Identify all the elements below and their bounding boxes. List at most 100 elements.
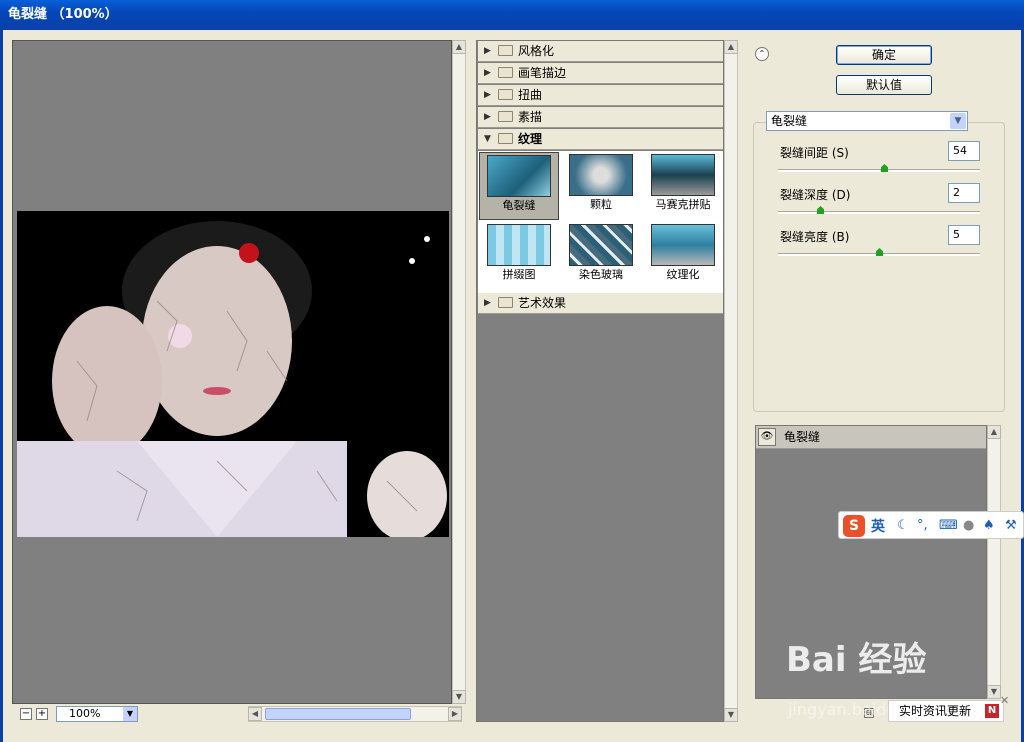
filter-select-value: 龟裂缝 bbox=[771, 114, 808, 128]
texture-thumbnails: 龟裂缝 颗粒 马赛克拼贴 拼缀图 染色玻璃 纹理化 bbox=[478, 151, 723, 293]
zoom-out-button[interactable]: − bbox=[20, 708, 32, 720]
preview-image bbox=[17, 211, 449, 537]
category-label: 扭曲 bbox=[518, 88, 543, 102]
crack-spacing-slider[interactable] bbox=[778, 164, 980, 172]
thumb-label: 龟裂缝 bbox=[502, 199, 536, 212]
title-bar: 龟裂缝 （100%） bbox=[0, 0, 1024, 30]
zoom-level-value: 100% bbox=[69, 707, 101, 720]
filter-gallery: ▶ 风格化 ▶ 画笔描边 ▶ 扭曲 ▶ 素描 ▼ 纹理 龟裂缝 颗粒 马赛克拼贴 拼缀图 … bbox=[476, 40, 724, 722]
wrench-icon[interactable]: ⚒ bbox=[1005, 518, 1017, 533]
thumbnail-image bbox=[651, 154, 715, 196]
category-label: 风格化 bbox=[518, 44, 555, 58]
layers-scrollbar[interactable]: ▲ ▼ bbox=[987, 425, 1001, 699]
preview-horizontal-scrollbar[interactable]: ◀ ▶ bbox=[248, 706, 462, 722]
thumb-label: 颗粒 bbox=[590, 198, 612, 211]
collapse-arrow-icon[interactable]: ▼ bbox=[484, 129, 491, 149]
chevron-down-icon[interactable]: ▼ bbox=[123, 707, 137, 721]
preview-canvas[interactable] bbox=[12, 40, 452, 704]
category-label: 画笔描边 bbox=[518, 66, 567, 80]
crack-spacing-label: 裂缝间距 (S) bbox=[780, 146, 849, 160]
thumb-patchwork[interactable]: 拼缀图 bbox=[479, 222, 559, 290]
news-text: 实时资讯更新 bbox=[899, 704, 972, 718]
news-popup[interactable]: 实时资讯更新 N bbox=[888, 700, 1004, 722]
eye-icon[interactable]: 👁 bbox=[758, 428, 776, 446]
ok-button[interactable]: 确定 bbox=[836, 45, 932, 65]
thumbnail-image bbox=[569, 154, 633, 196]
baidu-watermark: Bai 经验 bbox=[786, 640, 927, 680]
moon-icon[interactable]: ☾ bbox=[897, 518, 909, 533]
folder-icon bbox=[498, 297, 513, 308]
scroll-thumb[interactable] bbox=[265, 708, 411, 720]
scroll-down-arrow-icon[interactable]: ▼ bbox=[724, 708, 738, 722]
thumb-grain[interactable]: 颗粒 bbox=[561, 152, 641, 220]
chevron-down-icon[interactable]: ▼ bbox=[950, 113, 966, 129]
folder-icon bbox=[498, 89, 513, 100]
close-icon[interactable]: ✕ bbox=[1000, 694, 1009, 707]
crack-brightness-input[interactable]: 5 bbox=[948, 225, 980, 245]
category-sketch[interactable]: ▶ 素描 bbox=[478, 107, 723, 128]
category-distort[interactable]: ▶ 扭曲 bbox=[478, 85, 723, 106]
scroll-up-arrow-icon[interactable]: ▲ bbox=[452, 40, 466, 54]
thumbnail-image bbox=[487, 224, 551, 266]
crack-depth-label: 裂缝深度 (D) bbox=[780, 188, 851, 202]
collapse-gallery-icon[interactable]: ⌃ bbox=[755, 47, 769, 61]
filter-gallery-scrollbar[interactable]: ▲ ▼ bbox=[724, 40, 738, 722]
preview-status-bar: − + 100% ▼ ◀ ▶ bbox=[12, 704, 466, 724]
thumb-label: 染色玻璃 bbox=[579, 268, 623, 281]
crack-depth-input[interactable]: 2 bbox=[948, 183, 980, 203]
thumbnail-image bbox=[569, 224, 633, 266]
effect-layer-row[interactable]: 👁 龟裂缝 bbox=[756, 426, 986, 449]
category-texture[interactable]: ▼ 纹理 bbox=[478, 129, 723, 150]
scroll-down-arrow-icon[interactable]: ▼ bbox=[452, 690, 466, 704]
scroll-up-arrow-icon[interactable]: ▲ bbox=[987, 425, 1001, 439]
thumb-label: 拼缀图 bbox=[502, 268, 536, 281]
scroll-up-arrow-icon[interactable]: ▲ bbox=[724, 40, 738, 54]
category-stylize[interactable]: ▶ 风格化 bbox=[478, 41, 723, 62]
category-label: 纹理 bbox=[518, 132, 543, 146]
filter-select[interactable]: 龟裂缝 ▼ bbox=[766, 111, 968, 131]
thumb-label: 马赛克拼贴 bbox=[655, 198, 711, 211]
user-icon[interactable]: ● bbox=[963, 518, 974, 533]
zoom-level-select[interactable]: 100% ▼ bbox=[56, 706, 138, 722]
thumb-texturizer[interactable]: 纹理化 bbox=[643, 222, 723, 290]
folder-icon bbox=[498, 67, 513, 78]
scroll-left-arrow-icon[interactable]: ◀ bbox=[248, 707, 262, 721]
scroll-right-arrow-icon[interactable]: ▶ bbox=[448, 707, 462, 721]
expand-arrow-icon[interactable]: ▶ bbox=[484, 41, 491, 61]
crack-brightness-slider[interactable] bbox=[778, 248, 980, 256]
expand-arrow-icon[interactable]: ▶ bbox=[484, 85, 491, 105]
ime-toolbar[interactable]: S 英 ☾ °, ⌨ ● ♠ ⚒ bbox=[838, 511, 1024, 539]
expand-arrow-icon[interactable]: ▶ bbox=[484, 293, 491, 313]
thumbnail-image bbox=[487, 155, 551, 197]
category-label: 素描 bbox=[518, 110, 543, 124]
category-artistic[interactable]: ▶ 艺术效果 bbox=[478, 293, 723, 314]
folder-icon bbox=[498, 45, 513, 56]
scroll-down-arrow-icon[interactable]: ▼ bbox=[987, 685, 1001, 699]
expand-arrow-icon[interactable]: ▶ bbox=[484, 107, 491, 127]
news-badge-icon: N bbox=[985, 704, 999, 718]
folder-icon bbox=[498, 111, 513, 122]
thumbnail-image bbox=[651, 224, 715, 266]
keyboard-icon[interactable]: ⌨ bbox=[939, 518, 958, 533]
category-brush-strokes[interactable]: ▶ 画笔描边 bbox=[478, 63, 723, 84]
default-button[interactable]: 默认值 bbox=[836, 75, 932, 95]
punctuation-icon[interactable]: °, bbox=[917, 518, 928, 533]
category-label: 艺术效果 bbox=[518, 296, 567, 310]
expand-arrow-icon[interactable]: ▶ bbox=[484, 63, 491, 83]
preview-vertical-scrollbar[interactable]: ▲ ▼ bbox=[452, 40, 466, 704]
thumb-craquelure[interactable]: 龟裂缝 bbox=[479, 152, 559, 220]
crack-depth-slider[interactable] bbox=[778, 206, 980, 214]
window-title: 龟裂缝 （100%） bbox=[8, 7, 118, 22]
sogou-logo-icon[interactable]: S bbox=[843, 515, 865, 537]
ime-mode-toggle[interactable]: 英 bbox=[871, 516, 885, 536]
zoom-in-button[interactable]: + bbox=[36, 708, 48, 720]
crack-spacing-input[interactable]: 54 bbox=[948, 141, 980, 161]
thumb-label: 纹理化 bbox=[666, 268, 700, 281]
filter-settings-group bbox=[753, 122, 1005, 412]
layer-name: 龟裂缝 bbox=[784, 430, 821, 444]
thumb-mosaic-tiles[interactable]: 马赛克拼贴 bbox=[643, 152, 723, 220]
thumb-stained-glass[interactable]: 染色玻璃 bbox=[561, 222, 641, 290]
skin-icon[interactable]: ♠ bbox=[983, 518, 995, 533]
crack-brightness-label: 裂缝亮度 (B) bbox=[780, 230, 850, 244]
open-folder-icon bbox=[498, 133, 513, 144]
